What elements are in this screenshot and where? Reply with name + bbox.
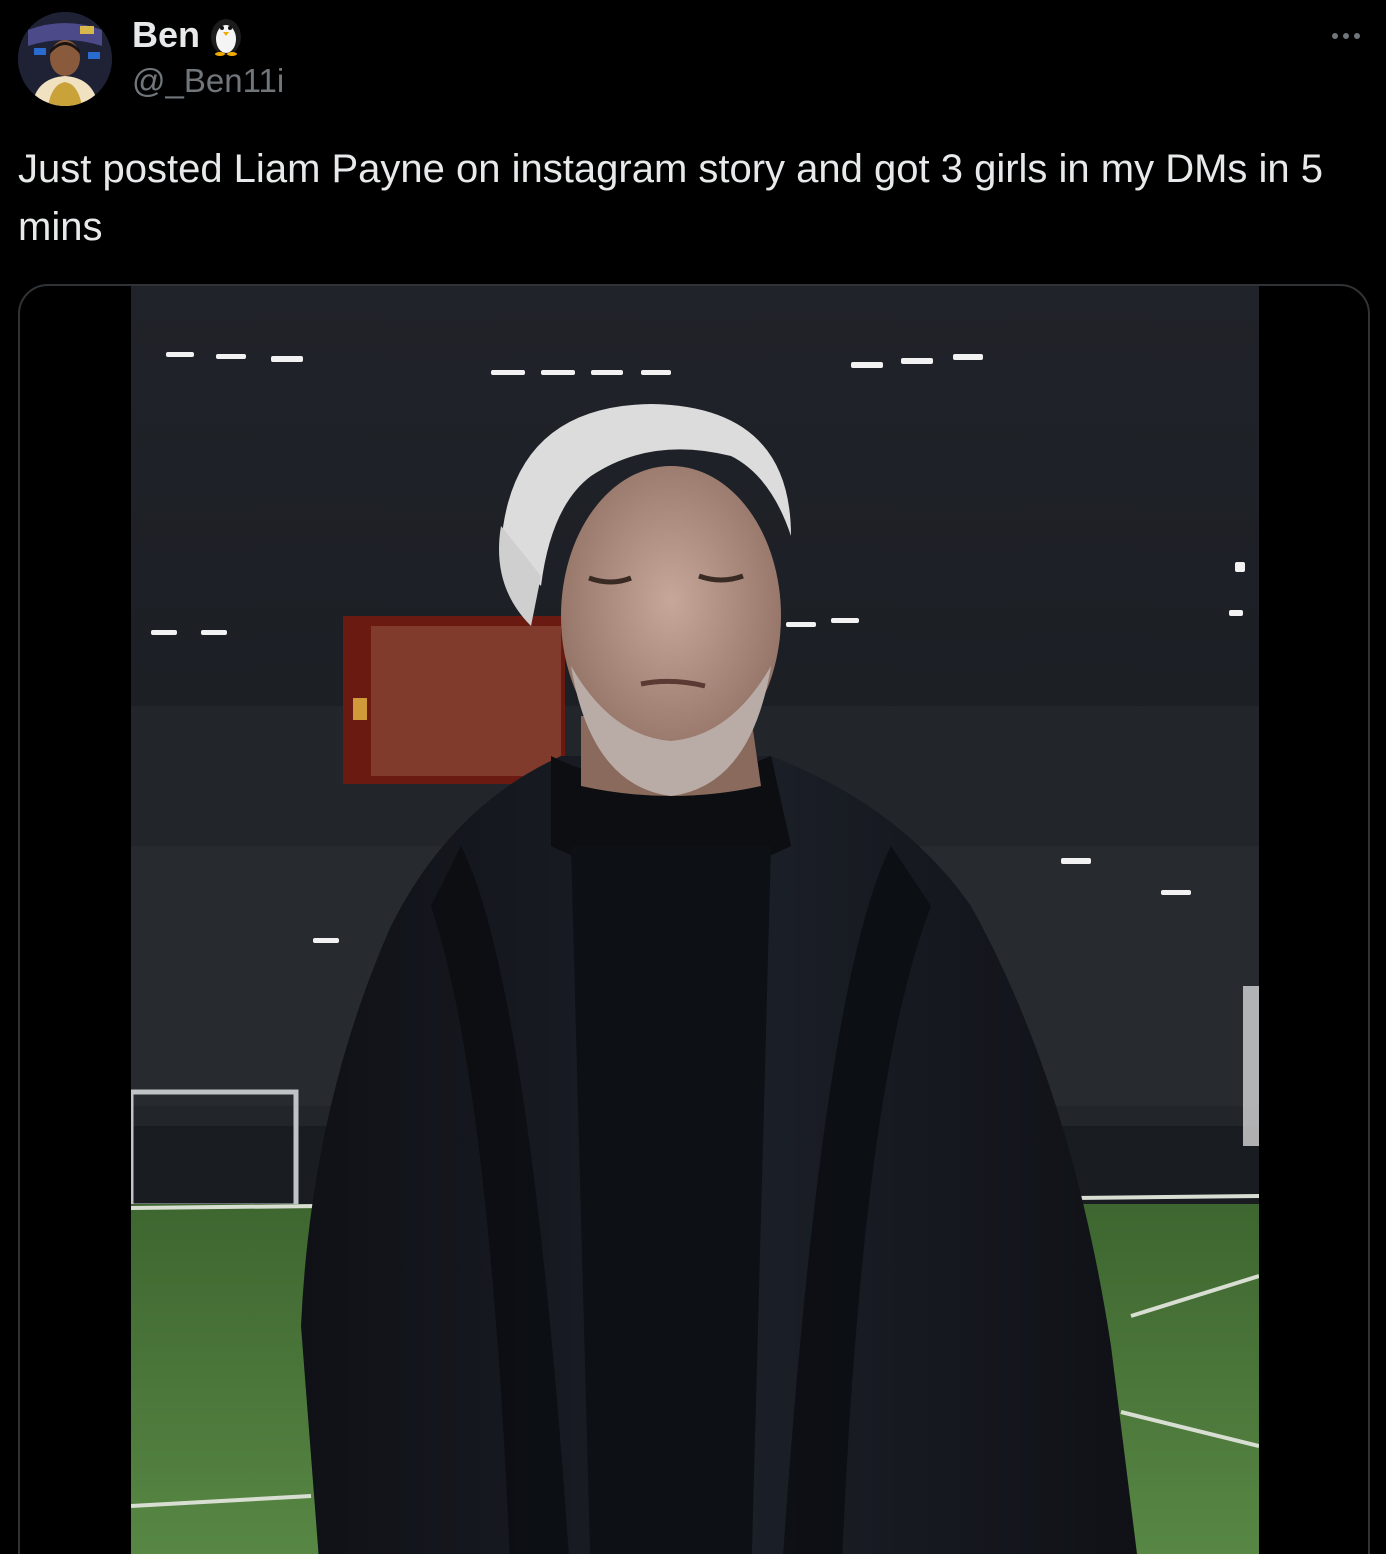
author-name-row: Ben [132,14,246,56]
author-avatar[interactable] [18,12,112,106]
tweet-text: Just posted Liam Payne on instagram stor… [18,147,1324,249]
author-handle[interactable]: @_Ben11i [132,62,284,100]
tweet-card[interactable]: Ben @_Ben11i Just posted Liam Payne on i… [0,0,1386,1554]
more-horizontal-icon-dot [1343,33,1349,39]
penguin-icon [206,14,246,56]
more-horizontal-icon [1332,33,1338,39]
more-options-button[interactable] [1324,24,1368,48]
author-display-name[interactable]: Ben [132,14,200,56]
avatar-portrait-icon [18,12,112,106]
more-horizontal-icon-dot [1354,33,1360,39]
stadium-photo-icon [131,286,1259,1554]
tweet-media[interactable] [18,284,1370,1554]
media-video-frame[interactable] [131,286,1259,1554]
